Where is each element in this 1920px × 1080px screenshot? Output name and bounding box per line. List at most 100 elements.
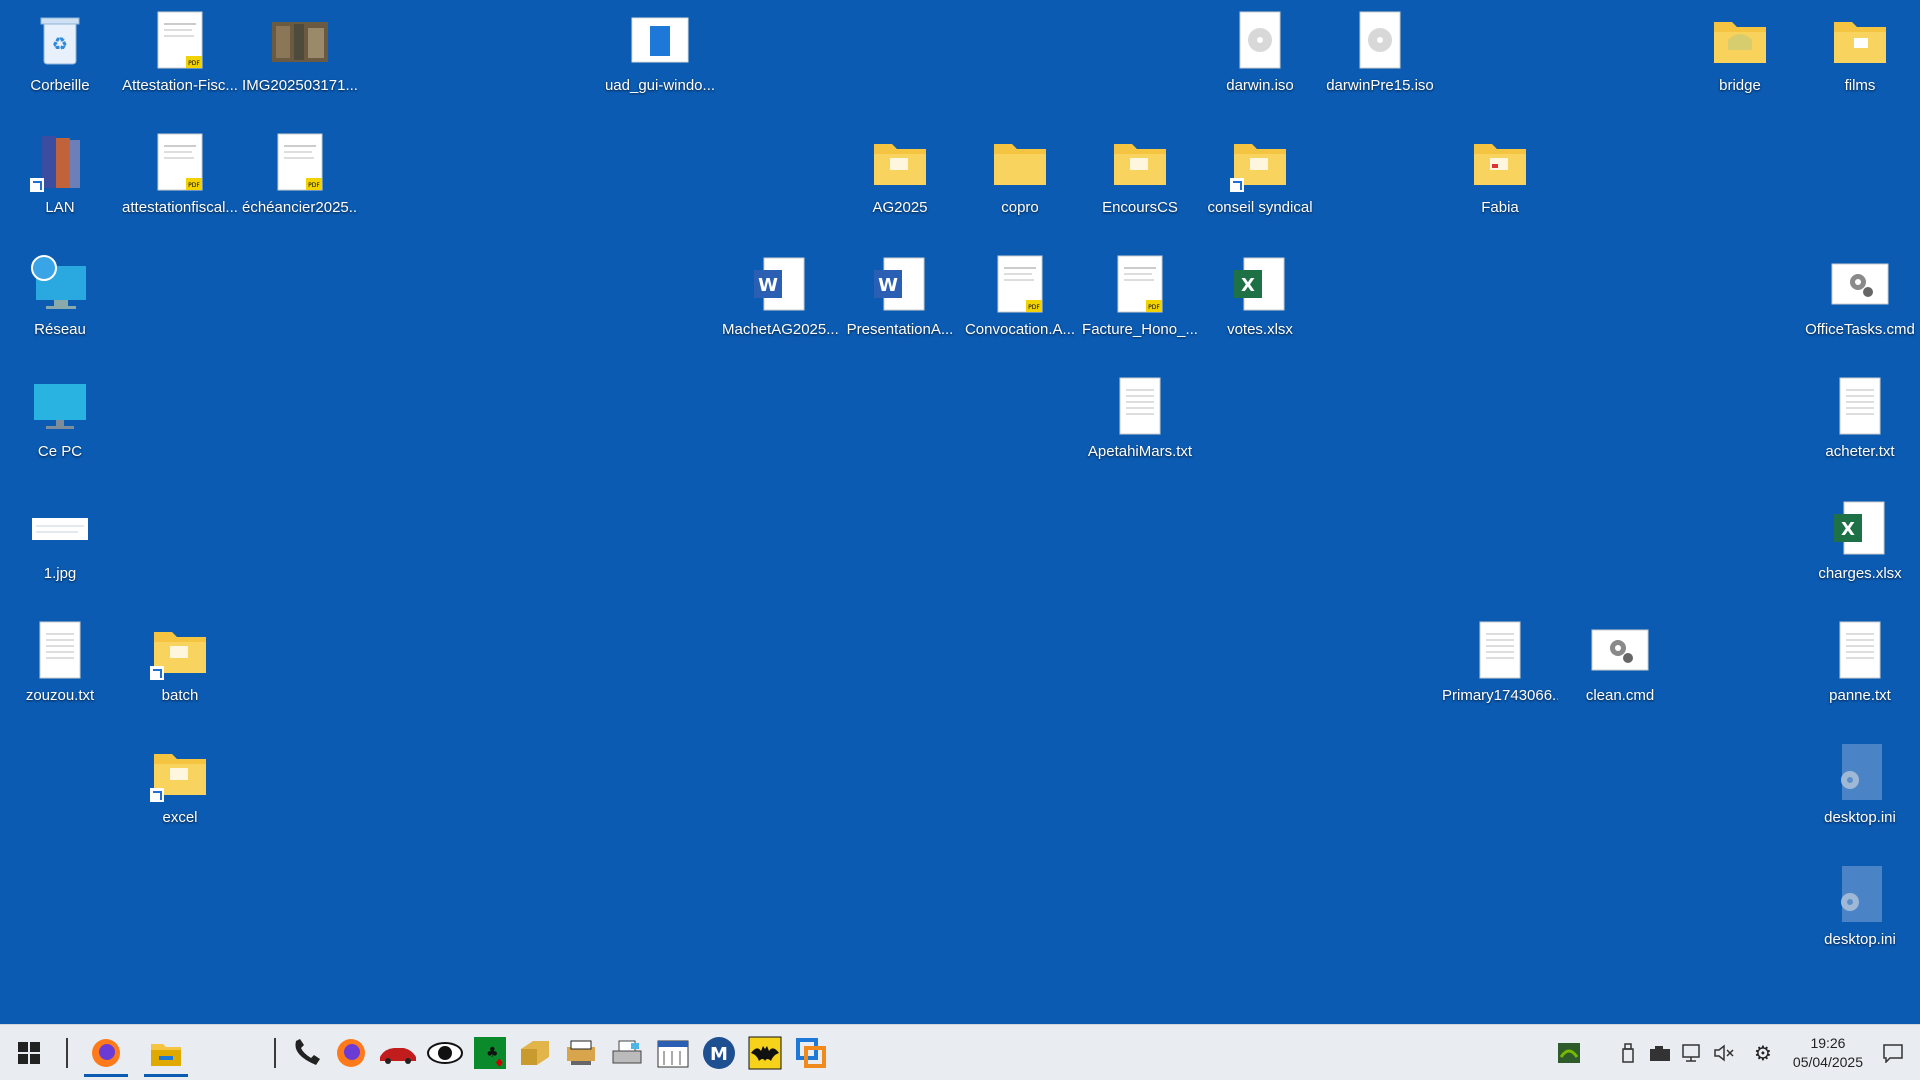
word-file-label: PresentationA... <box>846 321 954 338</box>
usb-tray-button[interactable] <box>1615 1040 1641 1066</box>
folder-glyph <box>1468 130 1532 194</box>
text-file-label: Primary1743066... <box>1442 687 1558 704</box>
printer-icon <box>612 1040 642 1063</box>
firefox-taskbar-button[interactable] <box>76 1025 136 1080</box>
eye-icon <box>427 1041 463 1064</box>
folder-icon[interactable]: copro <box>962 124 1078 240</box>
pdf-file-icon[interactable]: PDF Attestation-Fisc... <box>122 2 238 118</box>
iso-file-icon[interactable]: darwinPre15.iso <box>1322 2 1438 118</box>
folder-glyph <box>1828 8 1892 72</box>
file-explorer-taskbar-button[interactable] <box>136 1025 196 1080</box>
folder-icon[interactable]: Fabia <box>1442 124 1558 240</box>
excel-file-label: charges.xlsx <box>1818 565 1902 582</box>
text-document-glyph <box>1468 618 1532 682</box>
calendar-window-icon <box>657 1040 689 1067</box>
text-file-icon[interactable]: ApetahiMars.txt <box>1082 368 1198 484</box>
cmd-file-icon[interactable]: OfficeTasks.cmd <box>1802 246 1918 362</box>
eye-app-button[interactable] <box>422 1025 468 1080</box>
ini-file-icon[interactable]: desktop.ini <box>1802 734 1918 850</box>
network-icon[interactable]: Réseau <box>2 246 118 362</box>
red-car-icon <box>380 1047 416 1064</box>
calendar-app-button[interactable] <box>650 1025 696 1080</box>
ini-file-icon[interactable]: desktop.ini <box>1802 856 1918 972</box>
folder-glyph <box>1708 8 1772 72</box>
folder-glyph <box>148 740 212 804</box>
folder-icon[interactable]: films <box>1802 2 1918 118</box>
pdf-file-icon[interactable]: PDF échéancier2025.... <box>242 124 358 240</box>
batman-app-button[interactable] <box>742 1025 788 1080</box>
folder-icon[interactable]: bridge <box>1682 2 1798 118</box>
pdf-file-label: échéancier2025.... <box>242 199 358 216</box>
this-pc-icon[interactable]: Ce PC <box>2 368 118 484</box>
svg-text:PDF: PDF <box>1028 304 1040 311</box>
car-app-button[interactable] <box>374 1025 422 1080</box>
network-tray-button[interactable] <box>1679 1040 1705 1066</box>
pdf-file-icon[interactable]: PDF Facture_Hono_... <box>1082 246 1198 362</box>
folder-label: conseil syndical <box>1207 199 1313 216</box>
printer-app-button[interactable] <box>604 1025 650 1080</box>
pdf-document-glyph: PDF <box>1108 252 1172 316</box>
folder-icon[interactable]: EncoursCS <box>1082 124 1198 240</box>
pdf-file-label: Convocation.A... <box>964 321 1076 338</box>
iso-file-icon[interactable]: darwin.iso <box>1202 2 1318 118</box>
text-document-glyph <box>1828 374 1892 438</box>
notifications-button[interactable] <box>1880 1040 1906 1066</box>
shortcut-arrow-icon <box>150 788 164 802</box>
pdf-document-glyph: PDF <box>988 252 1052 316</box>
start-button[interactable] <box>0 1025 58 1080</box>
text-file-label: acheter.txt <box>1825 443 1895 460</box>
nvidia-tray-button[interactable] <box>1556 1040 1582 1066</box>
folder-shortcut-icon[interactable]: conseil syndical <box>1202 124 1318 240</box>
word-file-icon[interactable]: W MachetAG2025.... <box>722 246 838 362</box>
folder-glyph <box>868 130 932 194</box>
cmd-file-icon[interactable]: clean.cmd <box>1562 612 1678 728</box>
virtualbox-app-button[interactable] <box>788 1025 834 1080</box>
m-app-button[interactable]: M <box>696 1025 742 1080</box>
volume-tray-button[interactable] <box>1711 1040 1737 1066</box>
svg-text:PDF: PDF <box>188 182 200 189</box>
image-file-icon[interactable]: IMG202503171... <box>242 2 358 118</box>
lan-shortcut-icon[interactable]: LAN <box>2 124 118 240</box>
svg-text:PDF: PDF <box>1148 304 1160 311</box>
excel-file-icon[interactable]: X votes.xlsx <box>1202 246 1318 362</box>
gear-icon <box>1828 252 1892 316</box>
image-file-icon[interactable]: 1.jpg <box>2 490 118 606</box>
solitaire-app-button[interactable]: ♣ ♦ <box>468 1025 512 1080</box>
pdf-file-icon[interactable]: PDF attestationfiscal... <box>122 124 238 240</box>
folder-label: EncoursCS <box>1102 199 1178 216</box>
monitor-icon <box>28 374 92 438</box>
drive-app-button[interactable] <box>512 1025 558 1080</box>
text-file-label: ApetahiMars.txt <box>1087 443 1193 460</box>
taskbar: ♣ ♦ M ⚙ 19:26 05/04/2025 <box>0 1024 1920 1080</box>
recycle-bin-icon[interactable]: ♻ Corbeille <box>2 2 118 118</box>
ini-file-label: desktop.ini <box>1824 809 1896 826</box>
text-file-icon[interactable]: acheter.txt <box>1802 368 1918 484</box>
gear-icon: ⚙ <box>1753 1040 1772 1065</box>
svg-text:♦: ♦ <box>494 1056 505 1070</box>
folder-label: excel <box>162 809 198 826</box>
folder-shortcut-icon[interactable]: batch <box>122 612 238 728</box>
excel-spreadsheet-glyph: X <box>1828 496 1892 560</box>
pdf-file-icon[interactable]: PDF Convocation.A... <box>962 246 1078 362</box>
folder-icon[interactable]: AG2025 <box>842 124 958 240</box>
text-file-icon[interactable]: zouzou.txt <box>2 612 118 728</box>
camera-tray-button[interactable] <box>1647 1040 1673 1066</box>
scanner-app-button[interactable] <box>558 1025 604 1080</box>
settings-tray-button[interactable]: ⚙ <box>1750 1040 1776 1066</box>
shortcut-arrow-icon <box>1230 178 1244 192</box>
clock[interactable]: 19:26 05/04/2025 <box>1793 1034 1863 1072</box>
folder-label: AG2025 <box>872 199 928 216</box>
system-tray: ⚙ 19:26 05/04/2025 <box>1553 1025 1920 1080</box>
network-monitor-icon <box>1682 1043 1700 1062</box>
image-thumbnail-glyph <box>28 496 92 560</box>
firefox-pinned-button[interactable] <box>328 1025 374 1080</box>
app-window-icon[interactable]: uad_gui-windo... <box>602 2 718 118</box>
text-file-icon[interactable]: panne.txt <box>1802 612 1918 728</box>
active-indicator <box>84 1074 128 1077</box>
word-file-icon[interactable]: W PresentationA... <box>842 246 958 362</box>
excel-file-icon[interactable]: X charges.xlsx <box>1802 490 1918 606</box>
word-document-glyph: W <box>748 252 812 316</box>
text-file-icon[interactable]: Primary1743066... <box>1442 612 1558 728</box>
folder-shortcut-icon[interactable]: excel <box>122 734 238 850</box>
phone-app-button[interactable] <box>284 1025 328 1080</box>
